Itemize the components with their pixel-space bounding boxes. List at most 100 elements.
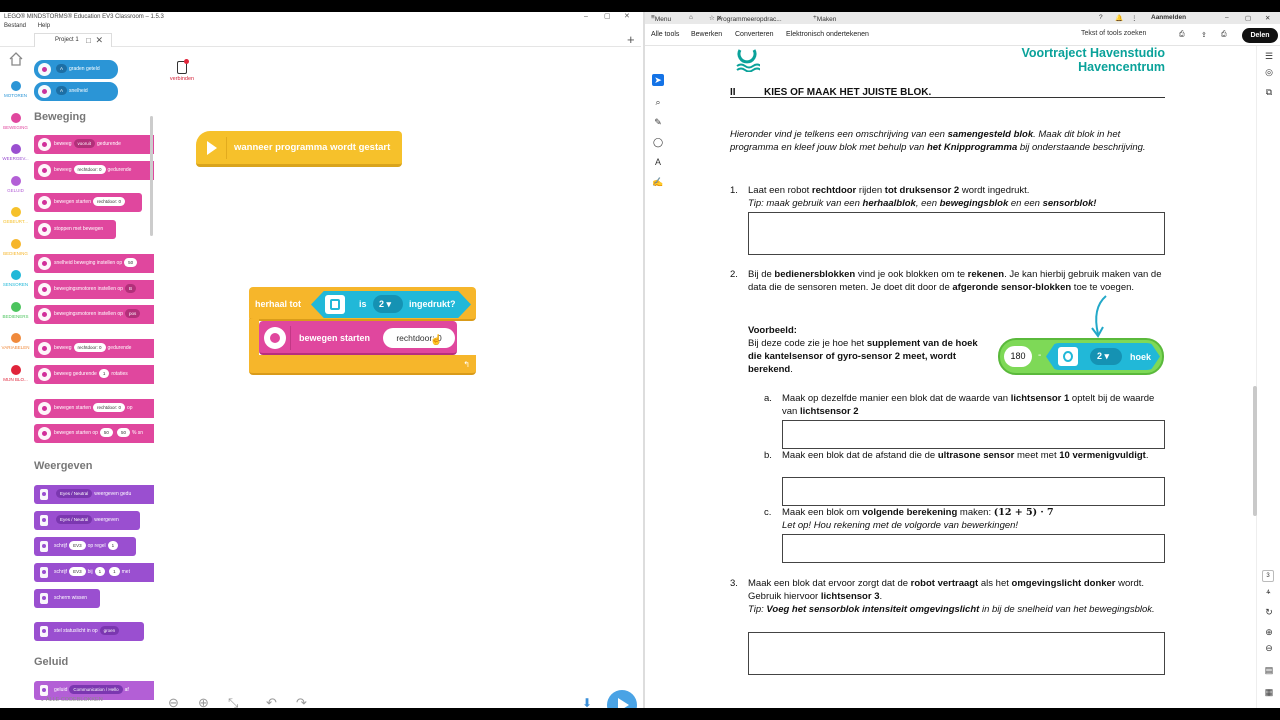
convert-menu[interactable]: Converteren [735,31,774,38]
pen-icon[interactable]: ✎ [652,116,664,128]
apps-icon[interactable]: ⋮ [1131,14,1138,22]
palette-motor-sensor-block[interactable]: Agraden geteld [34,60,118,79]
connect-button[interactable]: verbinden [168,59,196,82]
pdf-scrollbar[interactable] [1253,386,1257,516]
answer-box-2b[interactable] [782,477,1165,506]
palette-movement-block[interactable]: bewegingsmotoren instellen op pos [34,305,154,324]
palette-display-block[interactable]: stel statuslicht in op groen [34,622,144,641]
save-icon[interactable]: ⎙ [1179,31,1185,39]
palette-movement-block[interactable]: bewegingsmotoren instellen op B [34,280,154,299]
add-tab-icon[interactable]: + [627,32,635,47]
page-number-current[interactable]: 3 [1262,570,1274,582]
category-8[interactable]: BEDIENERS [0,301,31,319]
palette-movement-block[interactable]: bewegen starten rechtdoor: 0 op [34,399,154,418]
start-program-block[interactable]: wanneer programma wordt gestart [196,131,402,167]
redo-icon[interactable]: ↷ [296,695,307,708]
share-button[interactable]: Delen [1242,28,1278,43]
document-tab[interactable]: ☆ Programmeeropdrac... ✕ [709,14,782,23]
palette-movement-block[interactable]: beweeg rechtdoor: 0 gedurende [34,161,154,180]
close-icon[interactable]: ✕ [624,12,630,22]
bookmark-icon[interactable]: ◎ [1263,66,1275,78]
zoom-in-icon[interactable]: ⊕ [198,695,209,708]
comments-icon[interactable]: ☰ [1263,50,1275,62]
maximize-icon[interactable]: ▢ [1245,14,1251,22]
zoom-icon[interactable]: ⌕ [652,96,664,108]
palette-movement-block[interactable]: bewegen starten rechtdoor: 0 [34,193,142,212]
speaker-icon [40,685,48,696]
palette-movement-block[interactable]: beweeg vooruit gedurende [34,135,154,154]
notifications-icon[interactable]: 🔔 [1115,14,1123,22]
code-workspace[interactable]: verbinden wanneer programma wordt gestar… [154,47,641,708]
page-view-icon[interactable]: ▦ [1263,686,1275,698]
download-icon[interactable]: ⬇ [582,696,592,708]
close-icon[interactable]: ✕ [1265,14,1270,22]
answer-box-2a[interactable] [782,420,1165,449]
page-number-next[interactable]: 4 [1262,588,1274,600]
palette-display-block[interactable]: Eyes / Neutral weergeven gedu [34,485,154,504]
start-moving-block[interactable]: bewegen starten rechtdoor: 0 [259,321,457,355]
tab-close-square-icon[interactable]: □ [86,34,91,47]
palette-scrollbar[interactable] [150,116,153,236]
edit-menu[interactable]: Bewerken [691,31,722,38]
answer-box-2c[interactable] [782,534,1165,563]
palette-display-block[interactable]: schrijf EV3 op regel 1 [34,537,136,556]
minimize-icon[interactable]: – [584,12,588,22]
palette-display-block[interactable]: scherm wissen [34,589,100,608]
steering-input[interactable]: rechtdoor: 0 [383,328,455,348]
print-icon[interactable]: ⎙ [1221,31,1227,39]
palette-movement-block[interactable]: beweeg gedurende 1 rotaties [34,365,154,384]
display-icon [40,541,48,552]
category-3[interactable]: WEERGEV... [0,144,31,161]
zoom-in-icon[interactable]: ⊕ [1263,626,1275,638]
new-tab-button[interactable]: + Maken [813,14,836,23]
tab-close-icon[interactable]: ✕ [95,34,103,47]
all-tools-menu[interactable]: Alle tools [651,31,679,38]
answer-box-3[interactable] [748,632,1165,675]
text-box-icon[interactable]: A [652,156,664,168]
sensor-port-dropdown[interactable]: 2 ▾ [373,295,403,313]
home-icon[interactable] [9,52,23,66]
all-code-blocks-toggle[interactable]: ⌄ ALLE CODEBLOKKEN [40,697,103,703]
category-7[interactable]: SENSOREN [0,270,31,287]
refresh-icon[interactable]: ↻ [1263,606,1275,618]
document-icon[interactable]: ▤ [1263,664,1275,676]
zoom-out-icon[interactable]: ⊖ [168,695,179,708]
palette-movement-block[interactable]: bewegen starten op 50 50% sn [34,424,154,443]
palette-movement-block[interactable]: snelheid beweging instellen op 50 [34,254,154,273]
e-sign-menu[interactable]: Elektronisch ondertekenen [786,31,869,38]
help-icon[interactable]: ? [1099,14,1103,21]
category-1[interactable]: MOTOREN [0,81,31,98]
upload-icon[interactable]: ⇪ [1201,31,1207,39]
category-2[interactable]: BEWEGING [0,112,31,130]
undo-icon[interactable]: ↶ [266,695,277,708]
palette-movement-block[interactable]: beweeg rechtdoor: 0 gedurende [34,339,154,358]
menu-file[interactable]: Bestand [4,23,26,29]
palette-display-block[interactable]: Eyes / Neutral weergeven [34,511,140,530]
search-tools-field[interactable]: Tekst of tools zoeken [1081,30,1146,37]
category-9[interactable]: VARIABELEN [0,333,31,350]
fit-screen-icon[interactable]: ⤡ [228,695,238,708]
minimize-icon[interactable]: – [1225,14,1229,21]
select-cursor-icon[interactable]: ➤ [652,74,664,86]
thumbnails-icon[interactable]: ⧉ [1263,86,1275,98]
palette-display-block[interactable]: schrijf EV3 bij 1 1 met [34,563,154,582]
answer-box-1[interactable] [748,212,1165,255]
stamp-icon[interactable]: ✍ [652,176,664,188]
project-tab[interactable]: Project 1 □ ✕ [34,33,112,47]
home-icon[interactable]: ⌂ [689,14,693,21]
menu-button[interactable]: ≡ Menu [651,14,671,23]
menu-help[interactable]: Help [38,23,50,29]
repeat-until-block[interactable]: ↰ herhaal tot is 2 ▾ ingedrukt? bewegen … [249,287,476,376]
touch-sensor-block[interactable]: is 2 ▾ ingedrukt? [311,291,471,318]
block-text: bij [87,569,93,575]
sign-in-link[interactable]: Aanmelden [1151,14,1186,21]
category-5[interactable]: GEBEURT... [0,207,31,224]
zoom-out-icon[interactable]: ⊖ [1263,642,1275,654]
category-4[interactable]: GELUID [0,175,31,193]
category-6[interactable]: BEDIENING [0,238,31,256]
palette-movement-block[interactable]: stoppen met bewegen [34,220,116,239]
maximize-icon[interactable]: ▢ [604,12,611,22]
category-10[interactable]: MIJN BLO... [0,364,31,382]
palette-motor-sensor-block[interactable]: Asnelheid [34,82,118,101]
lasso-icon[interactable]: ◯ [652,136,664,148]
